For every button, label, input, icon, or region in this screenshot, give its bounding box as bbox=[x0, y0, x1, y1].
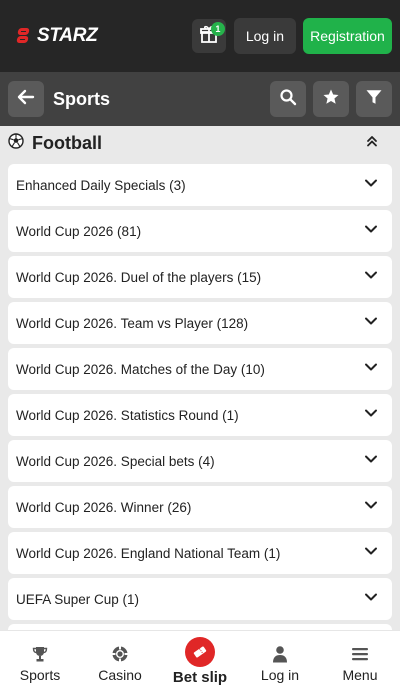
list-item[interactable]: World Cup 2026. Special bets (4) bbox=[8, 440, 392, 482]
chevron-down-icon bbox=[364, 314, 378, 333]
top-header: STARZ 1 Log in Registration bbox=[0, 0, 400, 72]
nav-sports[interactable]: Sports bbox=[0, 631, 80, 700]
list-item-label: World Cup 2026. Special bets (4) bbox=[16, 453, 215, 469]
chevron-down-icon bbox=[364, 590, 378, 609]
back-arrow-icon bbox=[17, 88, 35, 111]
list-item[interactable]: World Cup 2026. Duel of the players (15) bbox=[8, 256, 392, 298]
ticket-icon bbox=[185, 637, 215, 667]
nav-casino-label: Casino bbox=[98, 667, 142, 683]
nav-casino[interactable]: Casino bbox=[80, 631, 160, 700]
section-title: Football bbox=[32, 132, 102, 153]
nav-menu[interactable]: Menu bbox=[320, 631, 400, 700]
back-button[interactable] bbox=[8, 81, 44, 117]
list-item[interactable]: World Cup 2026 (81) bbox=[8, 210, 392, 252]
casino-chip-icon bbox=[111, 645, 129, 663]
list-item[interactable]: World Cup 2026. Winner (26) bbox=[8, 486, 392, 528]
nav-betslip-label: Bet slip bbox=[172, 669, 228, 686]
list-item[interactable]: World Cup 2026. Team vs Player (128) bbox=[8, 302, 392, 344]
search-button[interactable] bbox=[270, 81, 306, 117]
list-item-label: World Cup 2026. Duel of the players (15) bbox=[16, 269, 262, 285]
list-item-label: World Cup 2026. England National Team (1… bbox=[16, 545, 281, 561]
gift-count-badge: 1 bbox=[210, 22, 225, 36]
section-header[interactable]: Football bbox=[0, 126, 400, 160]
filter-icon bbox=[365, 88, 383, 111]
list-item[interactable]: World Cup 2026. Statistics Round (1) bbox=[8, 394, 392, 436]
soccer-ball-icon bbox=[8, 132, 24, 154]
list-item-label: Enhanced Daily Specials (3) bbox=[16, 177, 186, 193]
double-chevron-up-icon[interactable] bbox=[366, 134, 378, 152]
chevron-down-icon bbox=[364, 360, 378, 379]
list-item-label: World Cup 2026. Statistics Round (1) bbox=[16, 407, 239, 423]
user-icon bbox=[271, 645, 289, 663]
chevron-down-icon bbox=[364, 452, 378, 471]
trophy-icon bbox=[31, 645, 49, 663]
chevron-down-icon bbox=[364, 406, 378, 425]
page-title: Sports bbox=[53, 88, 111, 109]
logo-text: STARZ bbox=[37, 25, 98, 46]
chevron-down-icon bbox=[364, 544, 378, 563]
registration-button[interactable]: Registration bbox=[303, 18, 392, 54]
list-item-label: World Cup 2026. Matches of the Day (10) bbox=[16, 361, 265, 377]
bottom-nav: Sports Casino Bet slip Log in Menu bbox=[0, 630, 400, 700]
hamburger-menu-icon bbox=[351, 645, 369, 663]
nav-betslip[interactable]: Bet slip bbox=[160, 631, 240, 700]
list-item[interactable]: Enhanced Daily Specials (3) bbox=[8, 164, 392, 206]
nav-sports-label: Sports bbox=[19, 667, 61, 683]
chevron-down-icon bbox=[364, 176, 378, 195]
list-item-label: UEFA Super Cup (1) bbox=[16, 591, 140, 607]
star-icon bbox=[322, 88, 340, 111]
nav-login[interactable]: Log in bbox=[240, 631, 320, 700]
competition-list: Enhanced Daily Specials (3) World Cup 20… bbox=[8, 164, 392, 670]
list-item-label: World Cup 2026. Winner (26) bbox=[16, 499, 192, 515]
filter-button[interactable] bbox=[356, 81, 392, 117]
gift-button[interactable]: 1 bbox=[191, 19, 226, 53]
sports-bar: Sports bbox=[0, 72, 400, 126]
search-icon bbox=[279, 88, 297, 111]
chevron-down-icon bbox=[364, 222, 378, 241]
list-item-label: World Cup 2026. Team vs Player (128) bbox=[16, 315, 249, 331]
list-item-label: World Cup 2026 (81) bbox=[16, 223, 142, 239]
brand-logo[interactable]: STARZ bbox=[16, 23, 98, 49]
chevron-down-icon bbox=[364, 498, 378, 517]
list-item[interactable]: UEFA Super Cup (1) bbox=[8, 578, 392, 620]
list-item[interactable]: World Cup 2026. Matches of the Day (10) bbox=[8, 348, 392, 390]
logo-mark-icon bbox=[16, 28, 36, 44]
list-item[interactable]: World Cup 2026. England National Team (1… bbox=[8, 532, 392, 574]
login-button[interactable]: Log in bbox=[233, 18, 296, 54]
favorites-button[interactable] bbox=[313, 81, 349, 117]
nav-menu-label: Menu bbox=[342, 667, 378, 683]
nav-login-label: Log in bbox=[260, 667, 300, 683]
chevron-down-icon bbox=[364, 268, 378, 287]
